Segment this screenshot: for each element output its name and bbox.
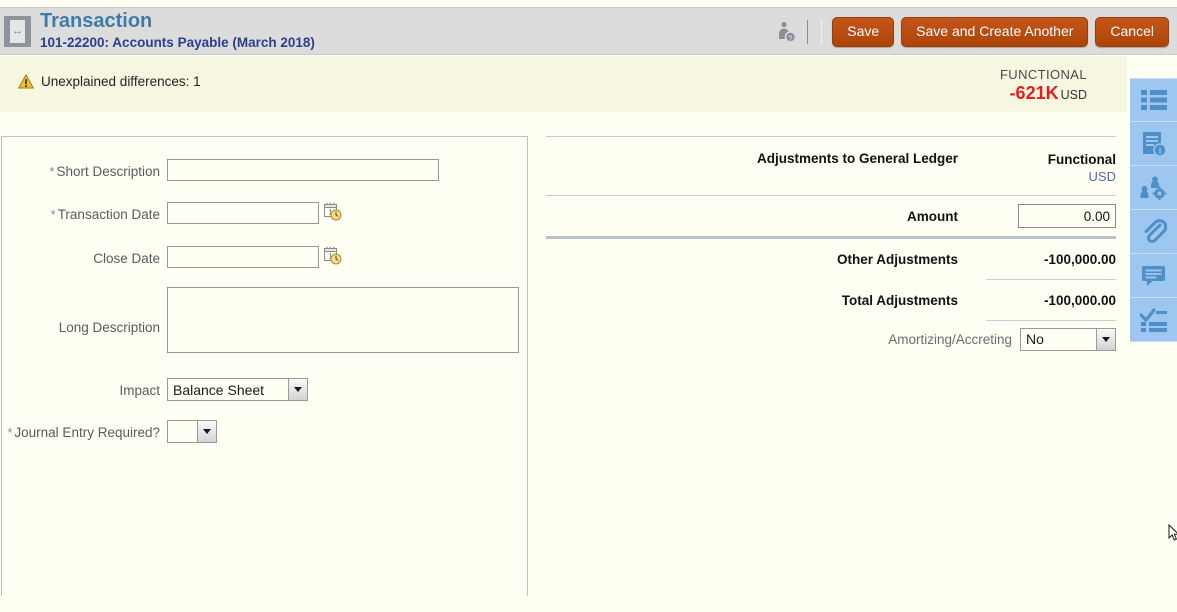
close-date-input[interactable] [167,246,319,268]
top-toolbar: ↔ Transaction 101-22200: Accounts Payabl… [0,7,1177,55]
chevron-down-icon [1096,329,1115,350]
person-help-icon[interactable]: ? [775,20,797,44]
long-description-textarea[interactable] [167,287,519,353]
total-adjustments-value: -100,000.00 [986,293,1116,308]
svg-text:?: ? [789,35,793,42]
row-amortizing-accreting: Amortizing/Accreting No [546,321,1116,357]
page-title: Transaction [40,10,315,33]
functional-column-header: Functional USD [986,151,1116,185]
unexplained-differences-message: Unexplained differences: 1 [18,74,201,89]
toolbar-divider [807,20,808,44]
field-short-description: *Short Description [2,159,502,181]
functional-amount-currency: USD [1061,88,1087,102]
impact-label: Impact [2,378,160,399]
rail-item-details[interactable]: i [1130,122,1177,166]
field-long-description: Long Description [2,287,522,353]
short-description-label: *Short Description [2,159,160,180]
rail-item-attachments[interactable] [1130,210,1177,254]
long-description-label: Long Description [2,287,160,336]
paperclip-icon [1141,219,1167,245]
required-asterisk: * [51,207,56,222]
amount-label: Amount [907,209,958,224]
total-adjustments-label: Total Adjustments [842,293,958,308]
transaction-date-input[interactable] [167,202,319,224]
chevron-down-icon [197,421,216,442]
cancel-button[interactable]: Cancel [1095,17,1169,47]
journal-entry-required-label: *Journal Entry Required? [2,420,160,441]
impact-select-value: Balance Sheet [168,379,288,400]
field-impact: Impact Balance Sheet [2,378,502,401]
amortizing-accreting-select-value: No [1021,329,1096,350]
row-total-adjustments: Total Adjustments -100,000.00 [546,280,1116,320]
document-info-icon: i [1141,131,1167,157]
field-journal-entry-required: *Journal Entry Required? [2,420,502,443]
adjustments-title: Adjustments to General Ledger [757,151,958,166]
calendar-clock-icon[interactable]: 1 [324,202,342,221]
panel-collapse-button[interactable]: ↔ [4,16,31,47]
title-block: Transaction 101-22200: Accounts Payable … [40,10,315,52]
field-transaction-date: *Transaction Date 1 [2,202,502,224]
journal-entry-required-select-value [168,421,197,442]
save-and-create-another-button[interactable]: Save and Create Another [901,17,1088,47]
notice-text: Unexplained differences: 1 [41,74,201,89]
required-asterisk: * [7,425,12,440]
expand-arrows-icon: ↔ [10,20,25,43]
rail-item-checklist[interactable] [1130,298,1177,342]
chevron-down-icon [288,379,307,400]
comment-icon [1141,264,1167,288]
amortizing-accreting-label: Amortizing/Accreting [888,332,1012,347]
mouse-cursor [1168,524,1177,545]
functional-amount-value: -621K [1010,83,1059,103]
journal-entry-required-select[interactable] [167,420,217,443]
functional-total: FUNCTIONAL -621KUSD [1000,66,1087,105]
save-button[interactable]: Save [832,17,894,47]
close-date-label: Close Date [2,246,160,267]
transaction-form-card: *Short Description *Transaction Date 1 C… [1,136,528,596]
checklist-icon [1140,308,1168,332]
adjustments-header-row: Adjustments to General Ledger Functional… [546,137,1116,195]
row-amount: Amount [546,196,1116,236]
transaction-date-label: *Transaction Date [2,202,160,223]
toolbar-divider-light [821,20,822,44]
rail-item-comments[interactable] [1130,254,1177,298]
functional-label: FUNCTIONAL [1000,66,1087,83]
toolbar-actions: ? Save Save and Create Another Cancel [775,8,1169,56]
amount-input[interactable] [1018,204,1116,228]
calendar-clock-icon[interactable]: 1 [324,246,342,265]
impact-select[interactable]: Balance Sheet [167,378,308,401]
warning-triangle-icon [18,74,34,89]
field-close-date: Close Date 1 [2,246,502,268]
page-subtitle: 101-22200: Accounts Payable (March 2018) [40,34,315,52]
row-other-adjustments: Other Adjustments -100,000.00 [546,239,1116,279]
adjustments-panel: Adjustments to General Ledger Functional… [546,136,1116,357]
functional-amount-row: -621KUSD [1000,83,1087,105]
other-adjustments-label: Other Adjustments [837,252,958,267]
amortizing-accreting-select[interactable]: No [1020,328,1116,351]
rail-item-assignments[interactable] [1130,166,1177,210]
functional-column-label: Functional [986,151,1116,168]
list-icon [1141,89,1167,111]
short-description-input[interactable] [167,159,439,181]
functional-column-currency: USD [986,168,1116,185]
people-settings-icon [1140,176,1168,200]
notification-bar: Unexplained differences: 1 FUNCTIONAL -6… [0,56,1127,112]
rail-item-list[interactable] [1130,78,1177,122]
required-asterisk: * [49,164,54,179]
right-icon-rail: i [1130,78,1177,342]
other-adjustments-value: -100,000.00 [986,252,1116,267]
